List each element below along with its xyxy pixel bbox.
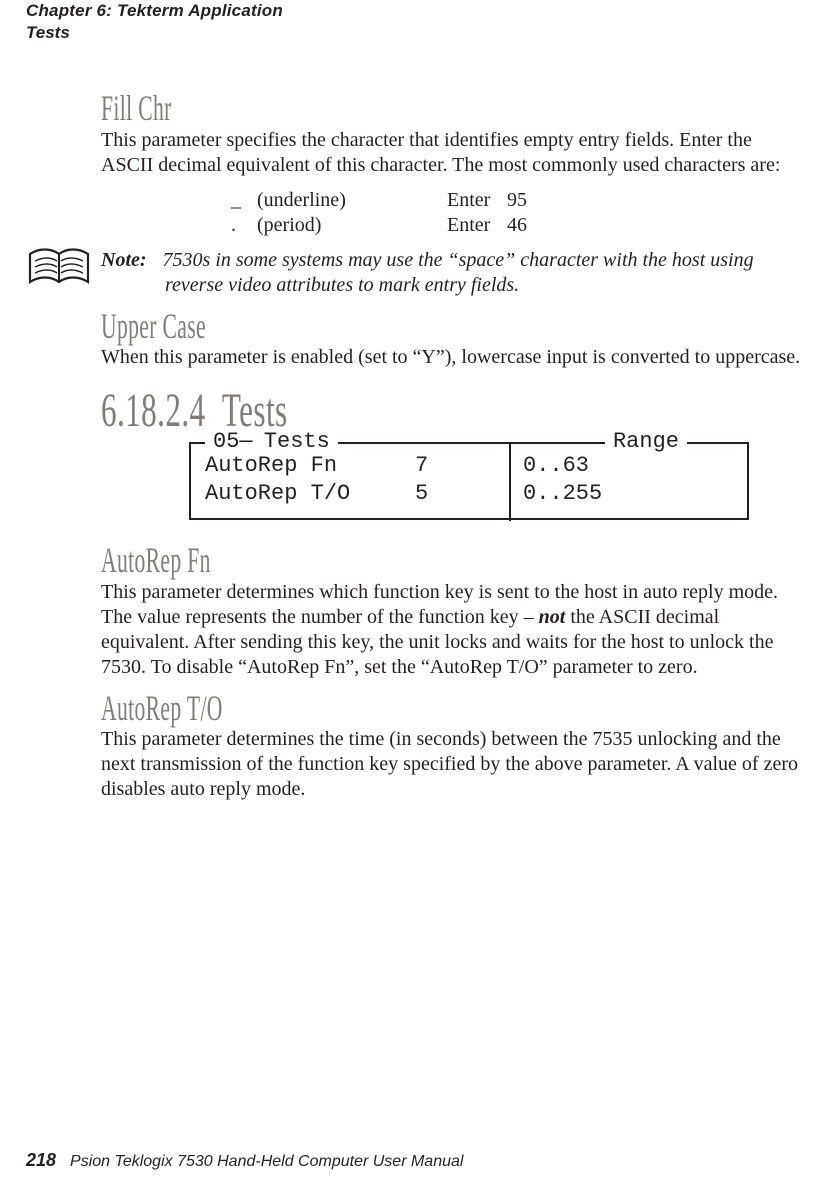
char-table: _ (underline) Enter 95 . (period) Enter …: [101, 188, 813, 238]
para-fill-chr: This parameter specifies the character t…: [101, 128, 801, 178]
para-autorep-to: This parameter determines the time (in s…: [101, 727, 801, 802]
note-body-line2: reverse video attributes to mark entry f…: [165, 273, 754, 298]
heading-tests-number: 6.18.2.4: [101, 384, 206, 437]
para-autorep-fn: This parameter determines which function…: [101, 580, 801, 680]
char-description: (period): [257, 213, 447, 238]
param-name: AutoRep T/O: [205, 480, 415, 508]
tests-legend-left: 05— Tests: [205, 428, 338, 456]
heading-fill-chr: Fill Chr: [101, 90, 614, 128]
tests-param-box: 05— Tests Range AutoRep Fn 7 0..63 AutoR…: [189, 442, 749, 520]
param-value: 7: [415, 452, 505, 480]
char-value: 95: [507, 188, 547, 213]
tests-param-frame: 05— Tests Range AutoRep Fn 7 0..63 AutoR…: [189, 442, 749, 520]
page-number: 218: [26, 1150, 56, 1170]
param-name: AutoRep Fn: [205, 452, 415, 480]
char-row: . (period) Enter 46: [231, 213, 813, 238]
char-symbol: .: [231, 213, 257, 238]
page: Chapter 6: Tekterm Application Tests Fil…: [0, 0, 838, 1197]
tests-legend-suffix: Tests: [251, 429, 330, 454]
param-range: 0..255: [505, 480, 643, 508]
tests-divider: [509, 442, 511, 521]
running-header: Chapter 6: Tekterm Application Tests: [26, 0, 283, 44]
char-enter-label: Enter: [447, 188, 507, 213]
heading-autorep-fn: AutoRep Fn: [101, 542, 614, 580]
char-description: (underline): [257, 188, 447, 213]
tests-legend-dash: —: [239, 429, 250, 454]
note-body-line1: 7530s in some systems may use the “space…: [163, 249, 754, 271]
heading-upper-case: Upper Case: [101, 308, 614, 346]
heading-tests: 6.18.2.4 Tests: [101, 386, 656, 436]
page-footer: 218 Psion Teklogix 7530 Hand-Held Compute…: [26, 1150, 463, 1171]
param-row: AutoRep Fn 7 0..63: [205, 452, 733, 480]
tests-legend-right: Range: [605, 428, 687, 456]
book-icon: [27, 248, 91, 290]
param-range: 0..63: [505, 452, 643, 480]
note-block: Note: 7530s in some systems may use the “…: [27, 248, 813, 298]
char-symbol: _: [231, 188, 257, 213]
para-upper-case: When this parameter is enabled (set to “…: [101, 345, 801, 370]
char-enter-label: Enter: [447, 213, 507, 238]
param-value: 5: [415, 480, 505, 508]
header-chapter: Chapter 6: Tekterm Application: [26, 0, 283, 22]
header-section: Tests: [26, 22, 283, 44]
tests-legend-prefix: 05: [213, 429, 239, 454]
footer-text: Psion Teklogix 7530 Hand-Held Computer U…: [70, 1153, 463, 1170]
char-row: _ (underline) Enter 95: [231, 188, 813, 213]
heading-autorep-to: AutoRep T/O: [101, 690, 614, 728]
note-text: Note: 7530s in some systems may use the “…: [101, 248, 754, 298]
char-value: 46: [507, 213, 547, 238]
content-area: Fill Chr This parameter specifies the ch…: [101, 80, 813, 812]
param-row: AutoRep T/O 5 0..255: [205, 480, 733, 508]
para-autorep-fn-bold: not: [539, 606, 566, 628]
note-label: Note:: [101, 249, 147, 271]
